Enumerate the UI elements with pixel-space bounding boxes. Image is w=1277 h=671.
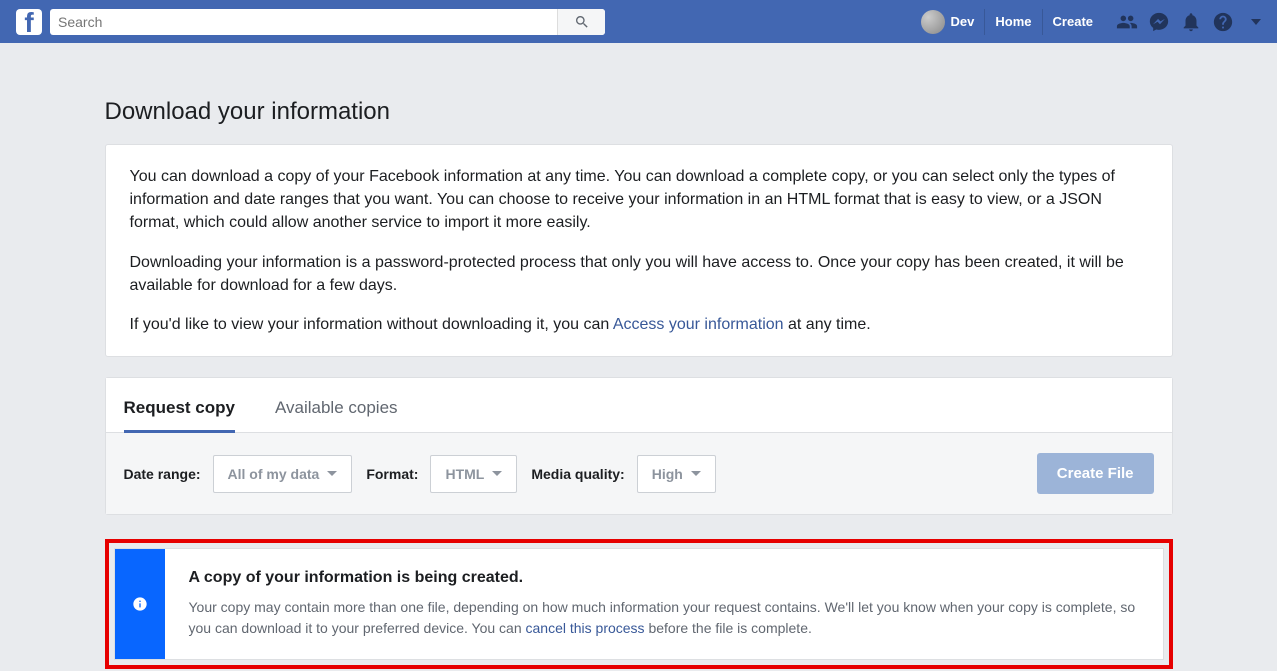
media-quality-label: Media quality: [531,466,624,482]
page-title: Download your information [105,98,1173,126]
tabs: Request copy Available copies [106,378,1172,433]
status-content: A copy of your information is being crea… [165,549,1163,659]
access-info-link[interactable]: Access your information [613,316,784,333]
header-right: Dev Home Create [911,9,1261,35]
cancel-process-link[interactable]: cancel this process [526,620,645,636]
request-panel: Request copy Available copies Date range… [105,377,1173,515]
filter-format: Format: HTML [366,455,517,493]
filters-row: Date range: All of my data Format: HTML … [106,433,1172,514]
help-icon[interactable] [1211,10,1235,34]
main-container: Download your information You can downlo… [89,43,1189,669]
search-button[interactable] [557,9,605,35]
info-paragraph-3: If you'd like to view your information w… [130,313,1148,336]
media-quality-select[interactable]: High [637,455,716,493]
info-paragraph-2: Downloading your information is a passwo… [130,251,1148,297]
status-sidebar [115,549,165,659]
info-icon [132,596,148,612]
facebook-logo[interactable]: f [16,9,42,35]
search-icon [574,14,590,30]
create-link[interactable]: Create [1042,9,1103,35]
format-label: Format: [366,466,418,482]
avatar [921,10,945,34]
friends-icon[interactable] [1115,10,1139,34]
tab-available-copies[interactable]: Available copies [275,392,398,432]
user-name: Dev [951,14,975,29]
filter-media: Media quality: High [531,455,715,493]
chevron-down-icon [691,471,701,476]
status-title: A copy of your information is being crea… [189,569,1139,587]
tab-request-copy[interactable]: Request copy [124,392,235,432]
status-highlight: A copy of your information is being crea… [105,539,1173,669]
filter-date-range: Date range: All of my data [124,455,353,493]
profile-link[interactable]: Dev [911,10,985,34]
date-range-select[interactable]: All of my data [213,455,353,493]
info-card: You can download a copy of your Facebook… [105,144,1173,357]
date-range-label: Date range: [124,466,201,482]
chevron-down-icon [327,471,337,476]
create-file-button[interactable]: Create File [1037,453,1154,494]
header-icons [1115,10,1261,34]
status-text: Your copy may contain more than one file… [189,597,1139,639]
format-select[interactable]: HTML [430,455,517,493]
search-input[interactable] [50,9,605,35]
messenger-icon[interactable] [1147,10,1171,34]
notifications-icon[interactable] [1179,10,1203,34]
home-link[interactable]: Home [984,9,1041,35]
status-box: A copy of your information is being crea… [114,548,1164,660]
account-dropdown-icon[interactable] [1251,19,1261,25]
info-paragraph-1: You can download a copy of your Facebook… [130,165,1148,235]
search-wrap [50,9,605,35]
top-header: f Dev Home Create [0,0,1277,43]
chevron-down-icon [492,471,502,476]
